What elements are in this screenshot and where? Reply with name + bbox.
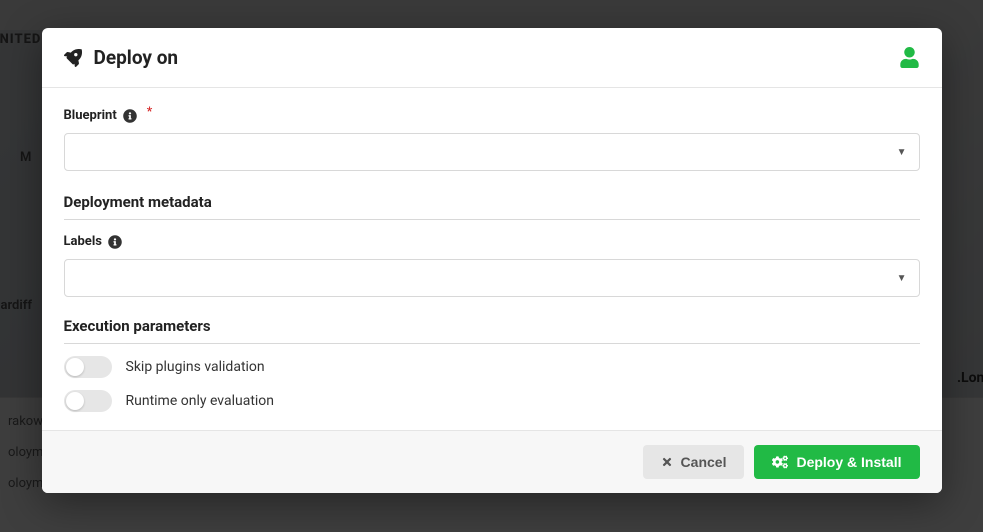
rocket-icon	[64, 49, 82, 67]
skip-plugins-toggle-row: Skip plugins validation	[64, 356, 920, 378]
toggle-knob	[66, 358, 84, 376]
blueprint-dropdown[interactable]: ▼	[64, 133, 920, 171]
labels-dropdown[interactable]: ▼	[64, 259, 920, 297]
modal-overlay: Deploy on Blueprint * ▼ Deployment metad…	[0, 0, 983, 532]
cogs-icon	[772, 454, 788, 470]
modal-footer: Cancel Deploy & Install	[42, 430, 942, 493]
required-indicator: *	[147, 104, 152, 118]
deploy-modal: Deploy on Blueprint * ▼ Deployment metad…	[42, 28, 942, 493]
runtime-only-label: Runtime only evaluation	[126, 393, 275, 409]
modal-body: Blueprint * ▼ Deployment metadata Labels	[42, 88, 942, 430]
chevron-down-icon: ▼	[897, 147, 907, 158]
runtime-only-toggle-row: Runtime only evaluation	[64, 390, 920, 412]
toggle-knob	[66, 392, 84, 410]
help-icon[interactable]	[108, 235, 122, 249]
chevron-down-icon: ▼	[897, 273, 907, 284]
deploy-install-button[interactable]: Deploy & Install	[754, 445, 919, 479]
deploy-label: Deploy & Install	[796, 454, 901, 470]
skip-plugins-toggle[interactable]	[64, 356, 112, 378]
skip-plugins-label: Skip plugins validation	[126, 359, 265, 375]
blueprint-label: Blueprint *	[64, 108, 920, 123]
close-icon	[661, 456, 673, 468]
modal-title: Deploy on	[94, 46, 179, 69]
modal-header: Deploy on	[42, 28, 942, 88]
help-icon[interactable]	[123, 109, 137, 123]
modal-title-wrap: Deploy on	[64, 46, 179, 69]
cancel-label: Cancel	[681, 454, 727, 470]
exec-heading: Execution parameters	[64, 317, 920, 344]
runtime-only-toggle[interactable]	[64, 390, 112, 412]
labels-label-text: Labels	[64, 234, 102, 249]
user-icon[interactable]	[899, 47, 920, 68]
blueprint-label-text: Blueprint	[64, 108, 117, 123]
labels-label: Labels	[64, 234, 920, 249]
metadata-heading: Deployment metadata	[64, 193, 920, 220]
cancel-button[interactable]: Cancel	[643, 445, 745, 479]
